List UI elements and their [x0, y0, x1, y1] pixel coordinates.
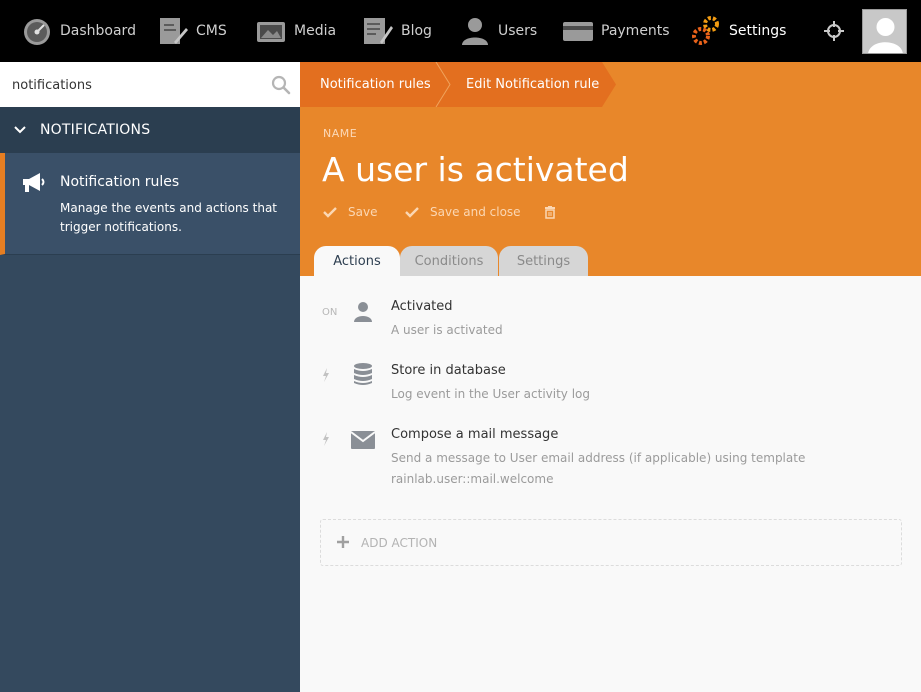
nav-settings-label: Settings — [729, 23, 787, 39]
save-and-close-label: Save and close — [430, 205, 521, 219]
actions-panel: ON Activated A user is activated Store i… — [300, 276, 921, 692]
breadcrumb-notification-rules[interactable]: Notification rules — [320, 62, 431, 107]
sidebar-group-notifications[interactable]: NOTIFICATIONS — [0, 107, 300, 153]
name-field-label: NAME — [323, 127, 358, 140]
nav-media-label: Media — [294, 23, 337, 39]
megaphone-icon — [20, 172, 46, 194]
row-description: Send a message to User email address (if… — [391, 451, 806, 486]
nav-settings[interactable]: Settings — [691, 0, 786, 62]
breadcrumb-edit-rule: Edit Notification rule — [466, 77, 600, 92]
sidebar: NOTIFICATIONS Notification rules Manage … — [0, 62, 300, 692]
checkmark-icon — [405, 205, 419, 219]
action-row-activated[interactable]: ON Activated A user is activated — [300, 298, 921, 358]
row-prefix-on: ON — [322, 307, 338, 318]
payments-icon — [563, 16, 593, 46]
search-input[interactable] — [12, 74, 262, 96]
tab-conditions[interactable]: Conditions — [400, 246, 498, 276]
nav-payments-label: Payments — [601, 23, 670, 39]
save-button[interactable]: Save — [323, 202, 377, 222]
nav-cms-label: CMS — [196, 23, 227, 39]
tab-actions[interactable]: Actions — [314, 246, 400, 276]
delete-button[interactable] — [544, 202, 569, 222]
nav-users-label: Users — [498, 23, 538, 39]
row-title: Compose a mail message — [391, 427, 559, 442]
chevron-down-icon — [14, 125, 28, 135]
nav-blog[interactable]: Blog — [363, 0, 432, 62]
tab-settings[interactable]: Settings — [499, 246, 588, 276]
action-row-store-in-database[interactable]: Store in database Log event in the User … — [300, 362, 921, 422]
users-icon — [460, 16, 490, 46]
form-header: Notification rules Edit Notification rul… — [300, 62, 921, 276]
row-title: Store in database — [391, 363, 506, 378]
sidebar-group-label: NOTIFICATIONS — [40, 122, 151, 138]
envelope-icon — [351, 428, 375, 452]
nav-payments[interactable]: Payments — [563, 0, 670, 62]
breadcrumb: Notification rules Edit Notification rul… — [300, 62, 921, 107]
sidebar-item-title: Notification rules — [60, 174, 180, 190]
dashboard-icon — [22, 16, 52, 46]
top-navigation: Dashboard CMS Media Blog Users Payments — [0, 0, 921, 62]
settings-icon — [691, 16, 721, 46]
add-action-label: ADD ACTION — [361, 535, 438, 550]
search-icon[interactable] — [270, 74, 292, 96]
nav-dashboard-label: Dashboard — [60, 23, 136, 39]
nav-blog-label: Blog — [401, 23, 432, 39]
add-action-button[interactable]: ADD ACTION — [320, 519, 902, 566]
lightning-icon — [322, 432, 330, 449]
checkmark-icon — [323, 205, 337, 219]
lightning-icon — [322, 368, 330, 385]
sidebar-item-notification-rules[interactable]: Notification rules Manage the events and… — [0, 153, 300, 255]
row-description: Log event in the User activity log — [391, 387, 591, 401]
nav-cms[interactable]: CMS — [158, 0, 227, 62]
blog-icon — [363, 16, 393, 46]
cms-icon — [158, 16, 188, 46]
save-and-close-button[interactable]: Save and close — [405, 202, 521, 222]
row-description: A user is activated — [391, 323, 503, 337]
database-icon — [351, 362, 375, 386]
row-title: Activated — [391, 299, 453, 314]
trash-icon — [544, 205, 558, 219]
avatar[interactable] — [862, 9, 907, 54]
nav-media[interactable]: Media — [256, 0, 336, 62]
action-row-compose-mail[interactable]: Compose a mail message Send a message to… — [300, 426, 921, 496]
nav-dashboard[interactable]: Dashboard — [22, 0, 136, 62]
plus-icon — [337, 533, 349, 552]
media-icon — [256, 16, 286, 46]
sidebar-item-description: Manage the events and actions that trigg… — [60, 201, 277, 234]
page-title[interactable]: A user is activated — [322, 150, 629, 189]
nav-users[interactable]: Users — [460, 0, 537, 62]
save-button-label: Save — [348, 205, 378, 219]
search-box — [0, 62, 300, 107]
crosshair-icon[interactable] — [823, 20, 845, 42]
user-icon — [351, 300, 375, 324]
